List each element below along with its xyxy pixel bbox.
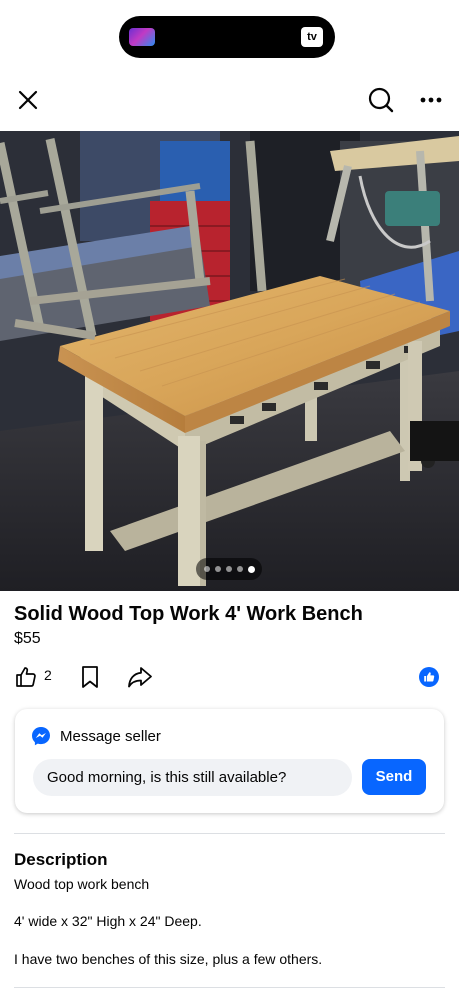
reaction-summary[interactable] [409, 657, 449, 697]
share-button[interactable] [120, 657, 160, 697]
close-button[interactable] [8, 80, 48, 120]
description-line: 4' wide x 32" High x 24" Deep. [14, 913, 202, 929]
like-reaction-icon [419, 667, 439, 687]
pagination-dot [203, 566, 210, 572]
search-button[interactable] [361, 80, 401, 120]
photo-pagination[interactable] [196, 558, 262, 580]
listing-photo[interactable] [0, 131, 459, 591]
album-art-icon [129, 28, 155, 46]
send-button[interactable]: Send [362, 759, 426, 795]
message-seller-card: Message seller Good morning, is this sti… [15, 709, 444, 813]
apple-tv-badge: tv [301, 27, 323, 47]
section-divider [14, 987, 445, 988]
message-seller-header: Message seller [31, 725, 161, 747]
more-options-button[interactable] [411, 80, 451, 120]
thumbs-up-icon [16, 667, 36, 687]
close-icon [18, 90, 38, 110]
search-icon [368, 87, 394, 113]
pagination-dot [214, 566, 221, 572]
top-bar [0, 78, 459, 124]
apple-tv-label: tv [307, 31, 317, 43]
pagination-dot [225, 566, 232, 572]
message-seller-label: Message seller [60, 727, 161, 745]
section-divider [14, 833, 445, 834]
more-icon [420, 97, 442, 103]
pagination-dot [236, 566, 243, 572]
like-count: 2 [44, 667, 52, 683]
like-button[interactable] [6, 657, 46, 697]
pagination-dot-active [247, 565, 255, 573]
bookmark-icon [82, 666, 98, 688]
dynamic-island: tv [119, 16, 335, 58]
save-button[interactable] [70, 657, 110, 697]
listing-title: Solid Wood Top Work 4' Work Bench [14, 603, 363, 625]
action-row: 2 [0, 660, 459, 694]
description-line: Wood top work bench [14, 876, 150, 892]
listing-photo-image [0, 131, 459, 591]
messenger-icon [32, 727, 50, 746]
description-heading: Description [14, 850, 108, 869]
listing-price: $55 [14, 630, 41, 647]
description-line: I have two benches of this size, plus a … [14, 951, 323, 967]
share-icon [128, 667, 152, 688]
message-input[interactable]: Good morning, is this still available? [33, 759, 352, 796]
